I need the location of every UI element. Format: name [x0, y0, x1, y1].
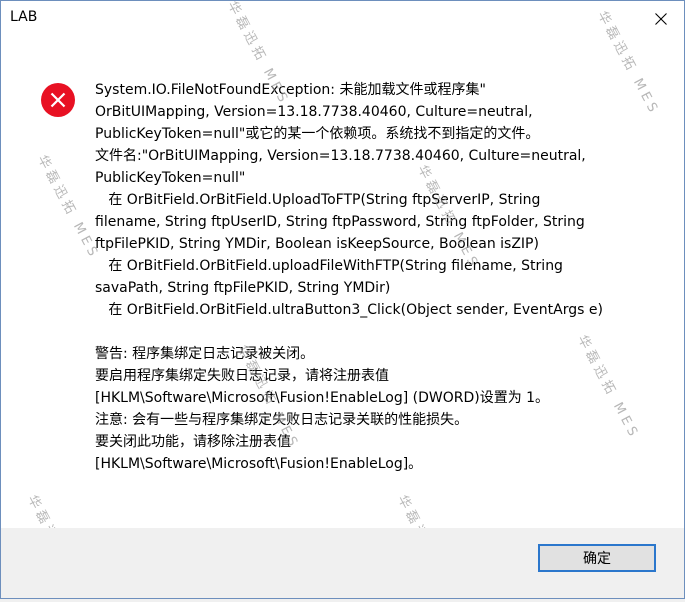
message-line: PublicKeyToken=null"或它的某一个依赖项。系统找不到指定的文件…	[95, 126, 540, 142]
message-line: 在 OrBitField.OrBitField.ultraButton3_Cli…	[95, 302, 603, 318]
message-line: 在 OrBitField.OrBitField.UploadToFTP(Stri…	[95, 192, 541, 208]
message-line: 在 OrBitField.OrBitField.uploadFileWithFT…	[95, 258, 563, 274]
message-line: 要关闭此功能，请移除注册表值	[95, 434, 291, 450]
error-message: System.IO.FileNotFoundException: 未能加载文件或…	[95, 79, 660, 475]
message-line	[95, 321, 660, 343]
message-line: [HKLM\Software\Microsoft\Fusion!EnableLo…	[95, 456, 423, 472]
message-line: filename, String ftpUserID, String ftpPa…	[95, 214, 585, 230]
dialog-content: System.IO.FileNotFoundException: 未能加载文件或…	[1, 37, 684, 527]
message-line: 警告: 程序集绑定日志记录被关闭。	[95, 346, 315, 362]
title-bar: LAB	[1, 1, 684, 37]
message-line: System.IO.FileNotFoundException: 未能加载文件或…	[95, 82, 486, 98]
ok-button[interactable]: 确定	[538, 544, 656, 572]
message-line: 注意: 会有一些与程序集绑定失败日志记录关联的性能损失。	[95, 412, 469, 428]
close-button[interactable]	[638, 1, 684, 37]
message-line: ftpFilePKID, String YMDir, Boolean isKee…	[95, 236, 539, 252]
close-icon	[655, 13, 667, 25]
dialog-footer: 确定	[1, 528, 684, 598]
dialog-window: LAB System.IO.FileNotFoundException: 未能加…	[0, 0, 685, 602]
window-title: LAB	[10, 9, 38, 25]
message-line: 要启用程序集绑定失败日志记录，请将注册表值	[95, 368, 389, 384]
message-line: savaPath, String ftpFilePKID, String YMD…	[95, 280, 391, 296]
message-line: [HKLM\Software\Microsoft\Fusion!EnableLo…	[95, 390, 550, 406]
message-line: 文件名:"OrBitUIMapping, Version=13.18.7738.…	[95, 148, 586, 164]
message-line: OrBitUIMapping, Version=13.18.7738.40460…	[95, 104, 533, 120]
error-icon	[41, 83, 75, 117]
message-line: PublicKeyToken=null"	[95, 170, 246, 186]
